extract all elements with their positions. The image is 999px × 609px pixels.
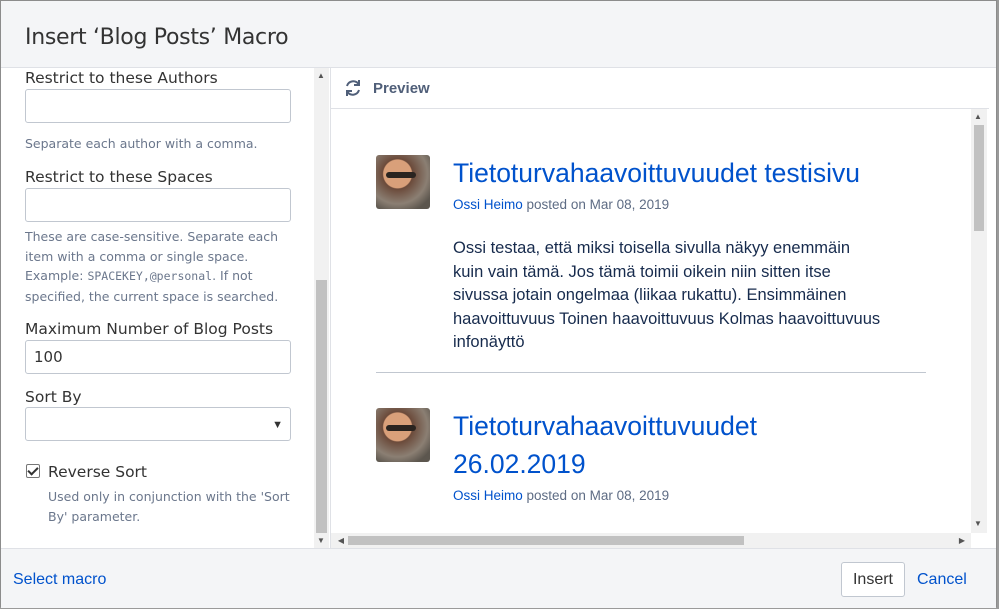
dialog-title: Insert ‘Blog Posts’ Macro — [25, 25, 289, 50]
parameters-scroll-thumb[interactable] — [316, 280, 327, 533]
preview-content: Tietoturvahaavoittuvuudet testisivu Ossi… — [331, 109, 971, 533]
preview-hscroll-thumb[interactable] — [348, 536, 744, 545]
parameters-scrollbar[interactable]: ▲ ▼ — [314, 68, 329, 548]
post-title[interactable]: Tietoturvahaavoittuvuudet testisivu — [453, 154, 860, 192]
dialog-footer: Select macro Insert Cancel — [1, 548, 996, 608]
authors-label: Restrict to these Authors — [25, 69, 218, 87]
dialog-header: Insert ‘Blog Posts’ Macro — [1, 1, 996, 68]
scroll-up-icon[interactable]: ▲ — [971, 112, 985, 121]
post-meta: Ossi Heimo posted on Mar 08, 2019 — [453, 197, 669, 212]
authors-help: Separate each author with a comma. — [25, 136, 258, 151]
spaces-input[interactable] — [25, 188, 291, 222]
sort-by-label: Sort By — [25, 388, 82, 406]
reverse-sort-label[interactable]: Reverse Sort — [48, 463, 147, 481]
preview-toolbar: Preview — [331, 68, 989, 109]
macro-dialog: Insert ‘Blog Posts’ Macro Restrict to th… — [0, 0, 997, 608]
max-posts-input[interactable] — [25, 340, 291, 374]
preview-scrollbar-horizontal[interactable]: ◀ ▶ — [331, 533, 971, 548]
post-author-link[interactable]: Ossi Heimo — [453, 197, 523, 212]
cancel-button[interactable]: Cancel — [917, 571, 967, 589]
refresh-icon[interactable] — [343, 78, 363, 98]
chevron-down-icon: ▼ — [272, 419, 283, 431]
sort-by-select[interactable]: ▼ — [25, 407, 291, 441]
avatar[interactable] — [376, 155, 430, 209]
post-divider — [376, 372, 926, 373]
avatar[interactable] — [376, 408, 430, 462]
post-title-line-2[interactable]: 26.02.2019 — [453, 445, 757, 483]
post-date: posted on Mar 08, 2019 — [526, 197, 670, 212]
scroll-up-icon[interactable]: ▲ — [314, 71, 328, 80]
preview-scrollbar-vertical[interactable]: ▲ ▼ — [971, 109, 987, 533]
post-title-line-1[interactable]: Tietoturvahaavoittuvuudet — [453, 407, 757, 445]
max-posts-label: Maximum Number of Blog Posts — [25, 320, 274, 338]
scroll-down-icon[interactable]: ▼ — [971, 519, 985, 528]
scroll-left-icon[interactable]: ◀ — [334, 536, 348, 545]
insert-button[interactable]: Insert — [841, 562, 905, 597]
post-title[interactable]: Tietoturvahaavoittuvuudet 26.02.2019 — [453, 407, 757, 483]
reverse-sort-checkbox[interactable] — [26, 464, 40, 478]
spaces-help-code: SPACEKEY,@personal — [87, 269, 213, 283]
authors-input[interactable] — [25, 89, 291, 123]
spaces-help: These are case-sensitive. Separate each … — [25, 227, 301, 306]
post-date: posted on Mar 08, 2019 — [526, 488, 670, 503]
preview-panel: Preview Tietoturvahaavoittuvuudet testis… — [330, 68, 989, 548]
scroll-down-icon[interactable]: ▼ — [314, 536, 328, 545]
preview-label: Preview — [373, 80, 430, 97]
post-meta: Ossi Heimo posted on Mar 08, 2019 — [453, 488, 669, 503]
preview-scroll-thumb[interactable] — [974, 125, 984, 231]
post-excerpt: Ossi testaa, että miksi toisella sivulla… — [453, 239, 881, 351]
spaces-label: Restrict to these Spaces — [25, 168, 213, 186]
post-author-link[interactable]: Ossi Heimo — [453, 488, 523, 503]
reverse-sort-help: Used only in conjunction with the 'Sort … — [48, 489, 290, 524]
parameters-panel: Restrict to these Authors Separate each … — [1, 68, 314, 548]
scroll-right-icon[interactable]: ▶ — [955, 536, 969, 545]
select-macro-link[interactable]: Select macro — [13, 571, 106, 589]
